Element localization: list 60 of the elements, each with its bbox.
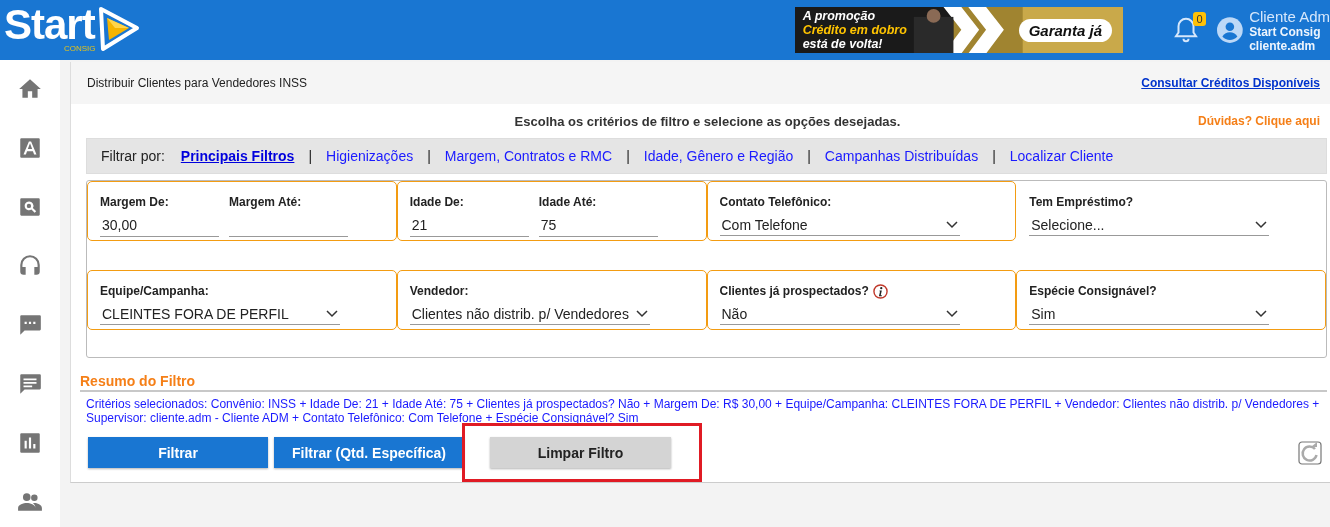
caret-icon xyxy=(1255,220,1268,229)
banner-text: está de volta! xyxy=(802,37,884,51)
filter-tab[interactable]: Idade, Gênero e Região xyxy=(643,148,794,164)
field-label: Espécie Consignável? xyxy=(1029,284,1157,298)
clear-button[interactable]: Limpar Filtro xyxy=(490,437,671,468)
caret-icon xyxy=(635,309,648,318)
field-label: Equipe/Campanha: xyxy=(100,284,209,298)
field-label: Vendedor: xyxy=(409,284,469,298)
dropdown[interactable]: Não xyxy=(719,303,960,325)
notification-badge: 0 xyxy=(1193,12,1206,26)
caret-icon xyxy=(945,220,958,229)
field-label: Tem Empréstimo? xyxy=(1029,195,1134,209)
banner-text: Crédito em dobro xyxy=(802,23,908,37)
dropdown[interactable]: Sim xyxy=(1029,303,1270,325)
field-label: Idade De: xyxy=(409,194,465,210)
caret-icon xyxy=(1255,309,1268,318)
company-name: Start Consig xyxy=(1249,24,1322,39)
filter-button[interactable]: Filtrar xyxy=(88,437,268,468)
dropdown[interactable]: CLEINTES FORA DE PERFIL xyxy=(100,303,340,325)
filter-tab[interactable]: Principais Filtros xyxy=(180,148,295,164)
filter-tab[interactable]: Campanhas Distribuídas xyxy=(824,148,979,164)
field-label: Idade Até: xyxy=(538,194,598,210)
field-label: Contato Telefônico: xyxy=(719,195,832,209)
field-label: Margem De: xyxy=(100,194,170,210)
input-field[interactable]: 75 xyxy=(538,214,658,237)
logo-text: Start xyxy=(4,8,95,42)
bar-chart-icon[interactable] xyxy=(17,430,43,456)
field-label: Margem Até: xyxy=(229,194,303,210)
filter-tab[interactable]: Localizar Cliente xyxy=(1009,148,1114,164)
tab-separator: | xyxy=(308,148,313,164)
user-name: Cliente Adm xyxy=(1249,7,1330,25)
instruction-text: Escolha os critérios de filtro e selecione as opções desejadas. xyxy=(513,113,902,129)
summary-title: Resumo do Filtro xyxy=(80,373,1327,392)
page-title: Distribuir Clientes para Vendedores INSS xyxy=(87,76,308,90)
tab-bar-label: Filtrar por: xyxy=(101,148,165,164)
refresh-icon[interactable] xyxy=(1298,440,1322,465)
logo-subtitle: CONSIG xyxy=(64,44,96,53)
dropdown[interactable]: Clientes não distrib. p/ Vendedores xyxy=(409,303,650,325)
letter-tile-icon[interactable] xyxy=(17,135,43,161)
filter-button[interactable]: Filtrar (Qtd. Específica) xyxy=(274,437,464,468)
tab-separator: | xyxy=(992,148,996,164)
user-login: cliente.adm xyxy=(1249,38,1316,53)
filter-tab[interactable]: Higienizações xyxy=(326,148,414,164)
caret-icon xyxy=(945,309,958,318)
tab-separator: | xyxy=(626,148,630,164)
field-label: Clientes já prospectados? xyxy=(719,284,869,298)
tab-separator: | xyxy=(427,148,431,164)
input-field[interactable]: 21 xyxy=(409,214,529,237)
summary-text: Critérios selecionados: Convênio: INSS + Idade De: 21 + Idade Até: 75 + Clientes já prospectados? Não + Margem De: R$ 30,00 + Equipe/Campanha: CLEINTES FORA DE PERFIL + Vendedor: Clientes não distrib. p/ Vendedores + Supervisor: cliente.adm - Cliente ADM + Contato Telefônico: Com Telefone + Espécie Consignável? Sim xyxy=(86,397,1320,425)
info-icon[interactable] xyxy=(872,283,888,299)
dropdown[interactable]: Selecione... xyxy=(1029,214,1270,236)
avatar-icon[interactable] xyxy=(1217,17,1244,43)
tab-separator: | xyxy=(807,148,811,164)
banner-text: A promoção xyxy=(802,9,877,23)
dropdown[interactable]: Com Telefone xyxy=(719,214,960,236)
filter-tab[interactable]: Margem, Contratos e RMC xyxy=(444,148,613,164)
input-field[interactable]: 30,00 xyxy=(100,214,219,237)
credits-link[interactable]: Consultar Créditos Disponíveis xyxy=(1141,76,1320,90)
play-icon xyxy=(96,6,141,52)
caret-icon xyxy=(326,309,338,318)
